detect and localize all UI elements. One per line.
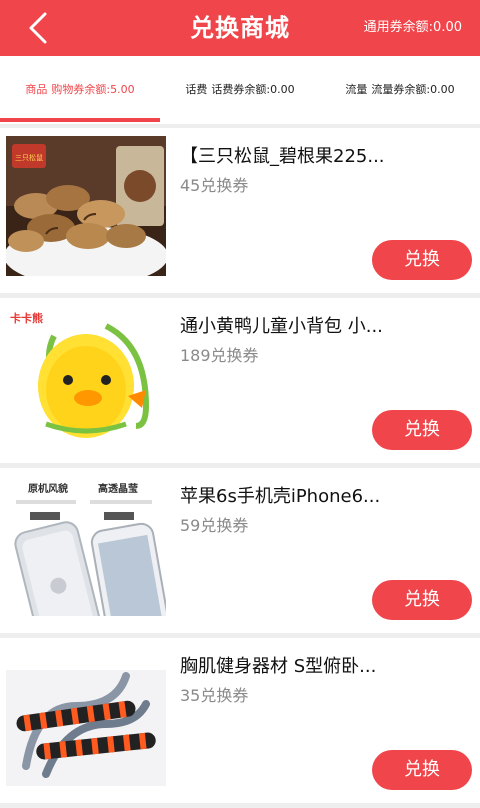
pushup-bars-image	[6, 646, 166, 786]
tab-label: 商品	[25, 83, 48, 96]
tab-label: 话费	[185, 83, 208, 96]
general-voucher-balance: 通用券余额:0.00	[363, 20, 462, 35]
product-name: 通小黄鸭儿童小背包 小...	[180, 316, 383, 337]
product-price: 45兑换券	[180, 176, 249, 195]
redeem-button[interactable]: 兑换	[372, 580, 472, 620]
product-price: 59兑换券	[180, 516, 249, 535]
duck-backpack-image: 卡卡熊	[6, 306, 166, 446]
tab-goods[interactable]: 商品 购物券余额:5.00	[0, 56, 160, 124]
tab-label: 流量	[345, 83, 368, 96]
tab-balance: 流量券余额:0.00	[371, 83, 455, 96]
redeem-button[interactable]: 兑换	[372, 410, 472, 450]
category-tabs: 商品 购物券余额:5.00 话费 话费券余额:0.00 流量 流量券余额:0.00	[0, 56, 480, 124]
product-name: 胸肌健身器材 S型俯卧...	[180, 656, 377, 677]
top-bar: 兑换商城 通用券余额:0.00	[0, 0, 480, 56]
product-list: 三只松鼠 【三只松鼠_碧根果225... 45兑换券 兑换 卡卡熊 通小黄鸭儿童…	[0, 128, 480, 808]
brand-logo-text: 三只松鼠	[15, 153, 43, 162]
tab-phone-credit[interactable]: 话费 话费券余额:0.00	[160, 56, 320, 124]
redeem-button[interactable]: 兑换	[372, 240, 472, 280]
tab-balance: 话费券余额:0.00	[211, 83, 295, 96]
pecan-nuts-image: 三只松鼠	[6, 136, 166, 276]
list-item[interactable]: 卡卡熊 通小黄鸭儿童小背包 小... 189兑换券 兑换	[0, 298, 480, 463]
list-item[interactable]: 胸肌健身器材 S型俯卧... 35兑换券 兑换	[0, 638, 480, 803]
tab-balance: 购物券余额:5.00	[51, 83, 135, 96]
brand-logo-text: 卡卡熊	[10, 311, 43, 325]
product-name: 【三只松鼠_碧根果225...	[180, 146, 385, 167]
list-item[interactable]: 原机风貌 高透晶莹 苹果6s手机壳iPhone6... 59兑换券 兑换	[0, 468, 480, 633]
product-price: 35兑换券	[180, 686, 249, 705]
image-caption-right: 高透晶莹	[98, 482, 138, 495]
tab-data-traffic[interactable]: 流量 流量券余额:0.00	[320, 56, 480, 124]
list-item[interactable]: 三只松鼠 【三只松鼠_碧根果225... 45兑换券 兑换	[0, 128, 480, 293]
product-price: 189兑换券	[180, 346, 259, 365]
phone-case-image: 原机风貌 高透晶莹	[6, 476, 166, 616]
image-caption-left: 原机风貌	[28, 482, 68, 495]
redeem-button[interactable]: 兑换	[372, 750, 472, 790]
product-name: 苹果6s手机壳iPhone6...	[180, 486, 381, 507]
